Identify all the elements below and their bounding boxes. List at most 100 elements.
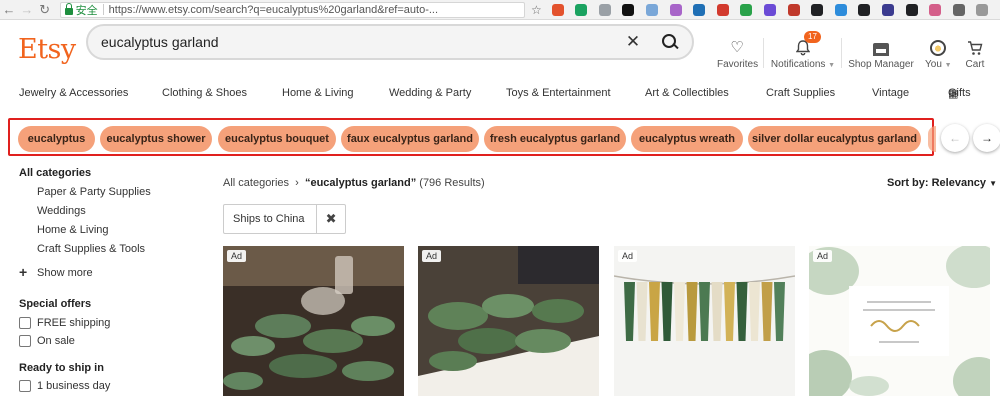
secure-label: 安全 <box>75 4 98 17</box>
search-bar[interactable]: eucalyptus garland ✕ <box>86 24 694 60</box>
heart-icon: ♡ <box>730 39 744 56</box>
ready-to-ship-heading: Ready to ship in <box>19 362 104 374</box>
arrow-left-icon: ← <box>949 131 961 145</box>
search-query-label: “eucalyptus garland” <box>304 177 417 189</box>
extension-icon[interactable] <box>858 3 871 16</box>
notifications-badge: 17 <box>804 31 821 43</box>
subcategory-link[interactable]: Weddings <box>37 205 86 217</box>
extension-icon[interactable] <box>834 3 847 16</box>
search-input[interactable]: eucalyptus garland <box>101 34 618 50</box>
caret-down-icon: ▼ <box>944 62 952 69</box>
listing-card[interactable]: Ad <box>614 246 795 396</box>
category-link[interactable]: Home & Living <box>282 87 354 99</box>
related-search-chip[interactable]: eucalyptus bouquet <box>218 126 336 152</box>
sort-dropdown[interactable]: Sort by: Relevancy ▼ <box>887 177 997 189</box>
header-divider <box>763 38 764 68</box>
extension-icon[interactable] <box>952 3 965 16</box>
extension-icon[interactable] <box>693 3 706 16</box>
category-link[interactable]: Clothing & Shoes <box>162 87 247 99</box>
category-link: Gifts <box>948 87 971 99</box>
related-search-chip[interactable]: eucalyptus wreath <box>631 126 743 152</box>
extension-icon[interactable] <box>929 3 942 16</box>
active-filter-chip: Ships to China ✖ <box>223 204 346 234</box>
cart-glyph <box>968 41 983 55</box>
subcategory-link[interactable]: Home & Living <box>37 224 109 236</box>
extension-icon[interactable] <box>551 3 564 16</box>
category-link[interactable]: Wedding & Party <box>389 87 471 99</box>
breadcrumb: All categories › “eucalyptus garland” (7… <box>223 177 485 189</box>
subcategory-link[interactable]: Craft Supplies & Tools <box>37 243 145 255</box>
subcategory-link[interactable]: Paper & Party Supplies <box>37 186 151 198</box>
special-offers-heading: Special offers <box>19 298 92 310</box>
category-link[interactable]: Art & Collectibles <box>645 87 729 99</box>
listing-card[interactable]: Ad <box>809 246 990 396</box>
category-link[interactable]: Vintage <box>872 87 909 99</box>
related-search-chip[interactable]: silver dollar eucalyptus garland <box>748 126 921 152</box>
related-search-chip[interactable]: eucalyptus shower <box>100 126 212 152</box>
show-more-link[interactable]: Show more <box>37 267 93 279</box>
you-menu[interactable]: You ▼ <box>925 36 952 70</box>
extension-icon[interactable] <box>646 3 659 16</box>
free-shipping-checkbox[interactable] <box>19 317 31 329</box>
free-shipping-label[interactable]: FREE shipping <box>37 317 110 329</box>
ad-label: Ad <box>618 250 638 262</box>
extension-icon[interactable] <box>882 3 895 16</box>
remove-filter-icon[interactable]: ✖ <box>316 205 345 233</box>
favorites-link[interactable]: ♡ Favorites <box>717 36 759 70</box>
clear-search-icon[interactable]: ✕ <box>618 32 648 52</box>
lock-icon <box>64 2 73 15</box>
related-search-chip[interactable]: eucalyptus <box>18 126 95 152</box>
cart-link[interactable]: Cart <box>962 36 988 70</box>
extension-icon[interactable] <box>669 3 682 16</box>
listing-image <box>418 246 599 396</box>
caret-down-icon: ▼ <box>828 62 836 69</box>
shop-manager-link[interactable]: Shop Manager <box>848 36 914 70</box>
extension-icon[interactable] <box>598 3 611 16</box>
on-sale-label[interactable]: On sale <box>37 335 75 347</box>
all-categories-heading[interactable]: All categories <box>19 167 91 179</box>
extension-icon[interactable] <box>905 3 918 16</box>
ad-label: Ad <box>227 250 247 262</box>
scroll-right-button[interactable]: → <box>973 124 1000 152</box>
url-text: https://www.etsy.com/search?q=eucalyptus… <box>108 3 439 16</box>
back-icon[interactable]: ← <box>0 2 18 17</box>
result-count: (796 Results) <box>419 177 485 189</box>
ad-label: Ad <box>813 250 833 262</box>
listing-card[interactable]: Ad <box>223 246 404 396</box>
one-business-day-checkbox[interactable] <box>19 380 31 392</box>
extension-icons <box>551 3 1000 16</box>
related-search-chip[interactable]: faux eucalyptus garland <box>341 126 479 152</box>
bookmark-star-icon[interactable]: ☆ <box>531 3 542 17</box>
favorites-label: Favorites <box>717 59 759 70</box>
notifications-link[interactable]: 17 Notifications ▼ <box>770 31 836 70</box>
arrow-right-icon: → <box>981 131 993 145</box>
breadcrumb-root[interactable]: All categories <box>223 177 289 189</box>
caret-down-icon: ▼ <box>989 179 998 188</box>
on-sale-checkbox[interactable] <box>19 335 31 347</box>
search-button[interactable] <box>648 26 692 58</box>
extension-icon[interactable] <box>787 3 800 16</box>
extension-icon[interactable] <box>740 3 753 16</box>
one-business-day-label[interactable]: 1 business day <box>37 380 110 392</box>
address-bar[interactable]: 安全 https://www.etsy.com/search?q=eucalyp… <box>59 1 525 18</box>
extension-icon[interactable] <box>811 3 824 16</box>
extension-icon[interactable] <box>976 3 989 16</box>
listing-card[interactable]: Ad <box>418 246 599 396</box>
extension-icon[interactable] <box>716 3 729 16</box>
category-link[interactable]: Toys & Entertainment <box>506 87 611 99</box>
category-link[interactable]: Jewelry & Accessories <box>19 87 128 99</box>
extension-icon[interactable] <box>622 3 635 16</box>
etsy-logo[interactable]: Etsy <box>18 34 76 65</box>
bell-icon: 17 <box>770 31 836 56</box>
category-link[interactable]: Craft Supplies <box>766 87 835 99</box>
listing-image <box>614 246 795 396</box>
extension-icon[interactable] <box>575 3 588 16</box>
related-search-chip[interactable]: fresh eucalyptus garland <box>484 126 626 152</box>
cart-label: Cart <box>965 59 985 70</box>
reload-icon[interactable]: ↻ <box>36 2 54 18</box>
listing-image <box>809 246 990 396</box>
scroll-left-button[interactable]: ← <box>941 124 969 152</box>
extension-icon[interactable] <box>764 3 777 16</box>
forward-icon[interactable]: → <box>18 2 36 17</box>
search-icon <box>662 34 678 50</box>
